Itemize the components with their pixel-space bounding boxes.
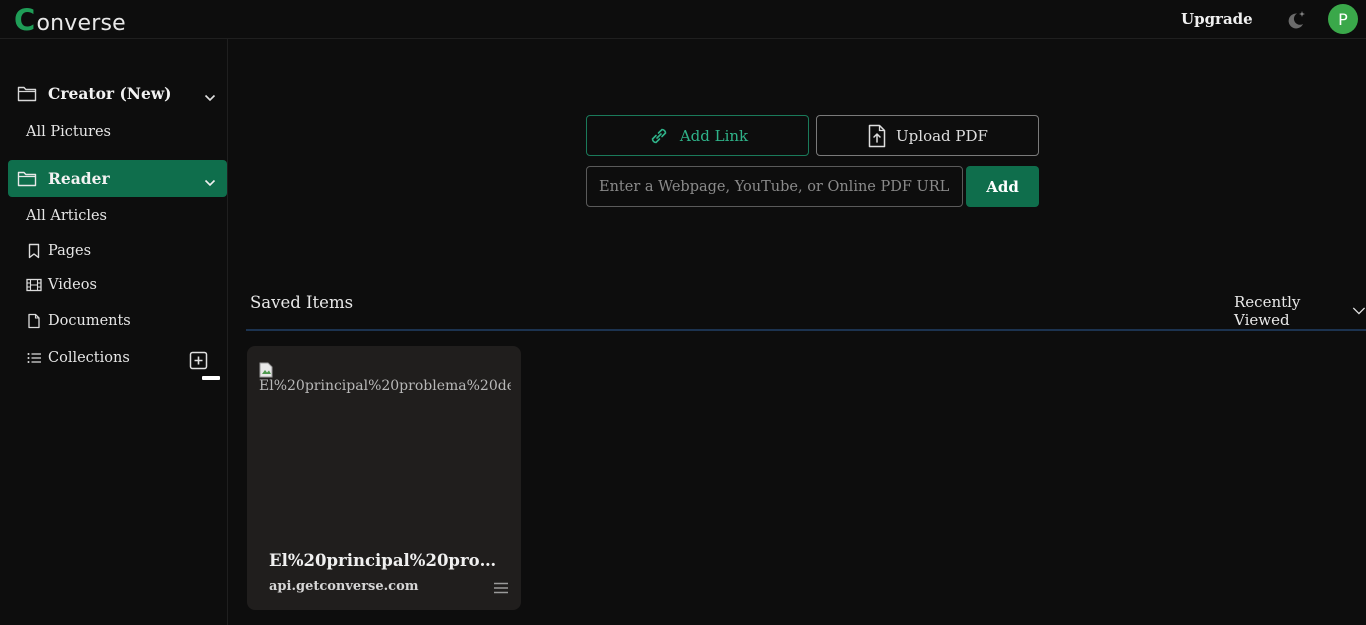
add-collection-icon[interactable] [189, 351, 208, 370]
add-link-button[interactable]: Add Link [586, 115, 809, 156]
folder-icon [17, 170, 37, 191]
collection-indicator [202, 376, 220, 380]
sidebar-item-collections[interactable]: Collections [26, 350, 130, 366]
section-divider [246, 329, 1366, 331]
sidebar-item-all-articles[interactable]: All Articles [26, 208, 107, 224]
bookmark-icon [26, 243, 42, 259]
sidebar-item-all-pictures[interactable]: All Pictures [26, 124, 111, 140]
menu-icon[interactable] [493, 580, 509, 594]
saved-items-heading: Saved Items [250, 293, 354, 312]
sidebar-group-reader[interactable]: Reader [8, 160, 227, 197]
card-title[interactable]: El%20principal%20problema... [269, 551, 505, 570]
upload-pdf-label: Upload PDF [896, 126, 988, 145]
sidebar-item-documents[interactable]: Documents [26, 313, 131, 329]
folder-icon [17, 85, 37, 106]
sort-label: Recently Viewed [1234, 293, 1301, 329]
sidebar-item-videos[interactable]: Videos [26, 277, 97, 293]
add-url-button[interactable]: Add [966, 166, 1039, 207]
list-icon [26, 350, 42, 366]
url-input[interactable] [586, 166, 963, 207]
top-bar: Converse Upgrade P [0, 0, 1366, 39]
upload-pdf-button[interactable]: Upload PDF [816, 115, 1039, 156]
chevron-down-icon [1352, 307, 1366, 315]
sidebar-item-label: Videos [48, 277, 97, 293]
sidebar-item-label: Collections [48, 350, 130, 366]
film-icon [26, 277, 42, 293]
app-logo[interactable]: Converse [14, 3, 126, 37]
sidebar-item-pages[interactable]: Pages [26, 243, 91, 259]
file-upload-icon [868, 124, 886, 147]
chevron-down-icon [204, 87, 216, 106]
logo-text: onverse [36, 11, 126, 36]
sidebar-item-label: Documents [48, 313, 131, 329]
sidebar-item-label: All Articles [26, 208, 108, 224]
upgrade-link[interactable]: Upgrade [1181, 10, 1253, 28]
logo-initial: C [14, 3, 36, 37]
sidebar-item-label: All Pictures [26, 124, 111, 140]
sidebar-group-label: Creator (New) [48, 84, 172, 103]
sidebar-item-label: Pages [48, 243, 92, 259]
thumbnail-alt-text: El%20principal%20problema%20del%20 [259, 378, 511, 394]
user-avatar[interactable]: P [1328, 4, 1358, 34]
document-icon [26, 313, 42, 329]
sort-dropdown[interactable]: Recently Viewed [1234, 293, 1366, 329]
link-icon [651, 128, 667, 143]
chevron-down-icon [204, 172, 216, 191]
sidebar-group-label: Reader [48, 169, 110, 188]
moon-sparkle-icon[interactable] [1283, 8, 1307, 32]
saved-item-card[interactable]: El%20principal%20problema%20del%20 El%20… [247, 346, 521, 610]
card-domain: api.getconverse.com [269, 579, 419, 594]
sidebar-group-creator[interactable]: Creator (New) [8, 75, 227, 112]
sidebar: Creator (New) All Pictures Reader All Ar… [0, 39, 228, 625]
add-link-label: Add Link [679, 126, 749, 145]
